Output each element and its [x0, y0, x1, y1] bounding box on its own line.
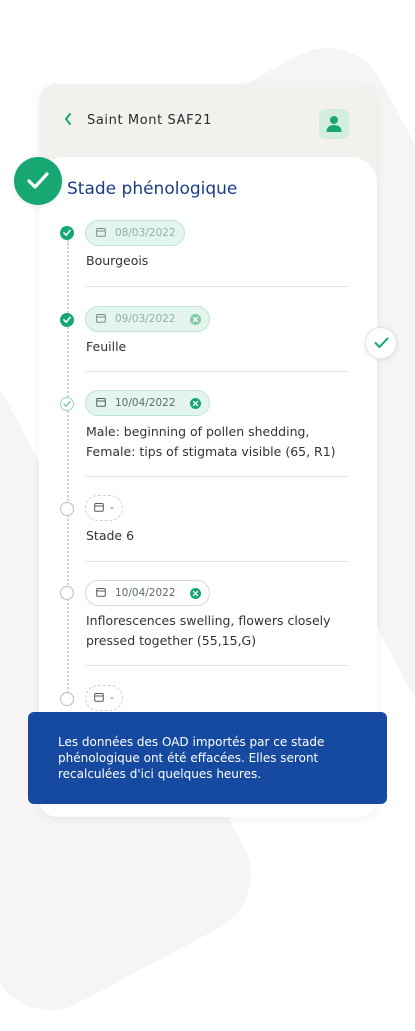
date-value: 10/04/2022: [115, 397, 176, 409]
date-value: 10/04/2022: [115, 587, 176, 599]
calendar-icon: [94, 692, 104, 705]
section-title: Stade phénologique: [67, 179, 238, 199]
back-button[interactable]: [63, 112, 79, 130]
date-value: -: [110, 692, 114, 704]
stage-status-empty: [60, 692, 74, 706]
stage-name: Bourgeois: [86, 253, 149, 268]
calendar-icon: [96, 313, 106, 326]
chevron-left-icon: [65, 113, 71, 125]
top-bar: Saint Mont SAF21: [39, 84, 377, 164]
page-title: Saint Mont SAF21: [87, 113, 212, 128]
date-chip[interactable]: -: [85, 685, 123, 711]
check-icon: [63, 400, 71, 407]
snackbar: Les données des OAD importés par ce stad…: [28, 712, 387, 804]
close-icon: [192, 590, 198, 596]
timeline-line: [67, 240, 69, 700]
close-icon: [192, 316, 198, 322]
date-chip[interactable]: 10/04/2022: [85, 580, 210, 606]
date-value: 09/03/2022: [115, 313, 176, 325]
divider: [86, 665, 348, 666]
date-chip[interactable]: 08/03/2022: [85, 220, 185, 246]
date-value: 08/03/2022: [115, 227, 176, 239]
clear-date-button[interactable]: [189, 397, 201, 409]
calendar-icon: [94, 502, 104, 515]
stage-status-done: [60, 226, 74, 240]
date-chip[interactable]: -: [85, 495, 123, 521]
check-icon: [374, 337, 389, 348]
divider: [86, 286, 348, 287]
stage-name: Stade 6: [86, 528, 135, 543]
stage-status-partial: [60, 397, 74, 411]
check-icon: [63, 229, 71, 236]
stage-status-done: [60, 313, 74, 327]
stage-name: Inflorescences swelling, flowers closely…: [86, 613, 331, 648]
stage-status-empty: [60, 586, 74, 600]
validate-button[interactable]: [365, 327, 397, 359]
stage-name: Male: beginning of pollen shedding, Fema…: [86, 424, 336, 459]
check-icon: [63, 316, 71, 323]
calendar-icon: [96, 397, 106, 410]
divider: [86, 371, 348, 372]
date-chip[interactable]: 10/04/2022: [85, 390, 210, 416]
person-icon: [326, 116, 342, 132]
divider: [86, 561, 348, 562]
snackbar-message: Les données des OAD importés par ce stad…: [58, 735, 325, 781]
calendar-icon: [96, 587, 106, 600]
completed-badge: [14, 157, 62, 205]
close-icon: [192, 400, 198, 406]
profile-button[interactable]: [319, 109, 349, 139]
check-icon: [27, 172, 49, 189]
stage-name: Feuille: [86, 339, 127, 354]
stage-status-empty: [60, 502, 74, 516]
date-chip[interactable]: 09/03/2022: [85, 306, 210, 332]
clear-date-button[interactable]: [189, 313, 201, 325]
divider: [86, 476, 348, 477]
calendar-icon: [96, 227, 106, 240]
clear-date-button[interactable]: [189, 587, 201, 599]
date-value: -: [110, 502, 114, 514]
